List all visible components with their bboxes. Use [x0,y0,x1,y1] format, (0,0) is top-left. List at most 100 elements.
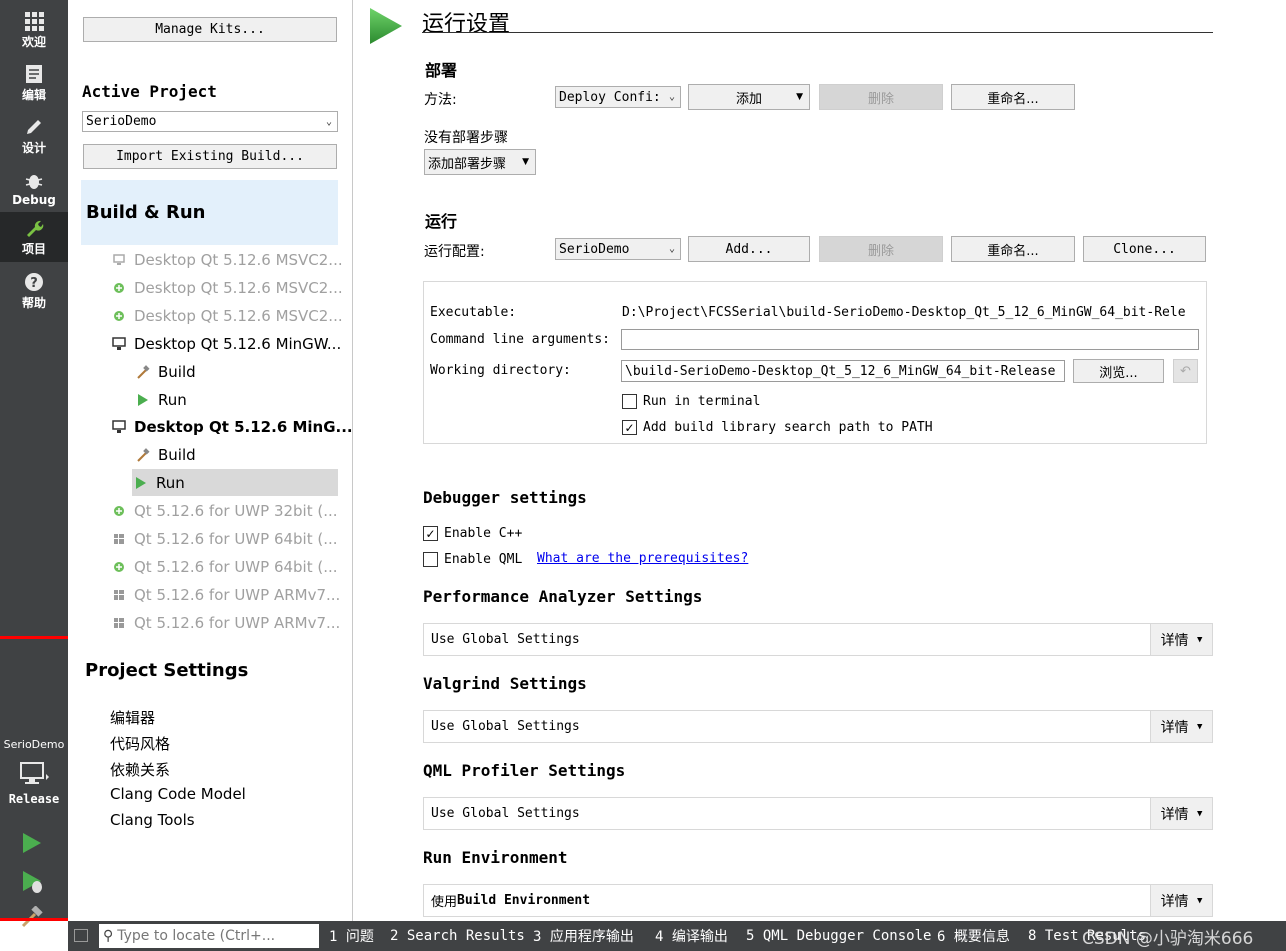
run-env-bold: Build Environment [457,893,591,908]
run-add-button[interactable]: Add... [688,236,810,262]
wrench-icon [27,220,44,237]
kit-label: Qt 5.12.6 for UWP ARMv7... [134,614,341,632]
run-env-prefix: 使用 [431,895,458,910]
dropdown-arrow-icon: ▼ [1197,634,1203,645]
kit-run-item-selected[interactable]: Run [132,469,338,496]
project-settings-dependencies[interactable]: 依赖关系 [110,759,170,780]
kit-item[interactable]: Desktop Qt 5.12.6 MSVC2... [110,247,380,273]
output-tab-issues[interactable]: 1 问题 [329,921,374,951]
qml-profiler-settings-select[interactable]: Use Global Settings 详情 ▼ [423,797,1213,830]
kit-build-item[interactable]: Build [134,359,344,385]
details-label: 详情 [1160,806,1189,823]
kit-item[interactable]: Qt 5.12.6 for UWP 32bit (... [110,498,380,524]
project-settings-editor[interactable]: 编辑器 [110,707,155,728]
prerequisites-link[interactable]: What are the prerequisites? [537,551,748,566]
mode-welcome[interactable]: 欢迎 [0,5,68,55]
dropdown-arrow-icon: ▼ [1197,808,1203,819]
output-tab-compile[interactable]: 4 编译输出 [655,921,728,951]
run-config-label: 运行配置: [424,244,485,260]
deploy-add-button[interactable]: 添加 ▼ [688,84,810,110]
dropdown-arrow-icon: ▼ [1197,721,1203,732]
build-run-heading: Build & Run [86,202,206,223]
output-tab-app-output[interactable]: 3 应用程序输出 [533,921,634,951]
kit-item[interactable]: Desktop Qt 5.12.6 MSVC2... [110,275,380,301]
toggle-sidebar-icon[interactable] [74,929,88,942]
run-env-select[interactable]: 使用 Build Environment 详情 ▼ [423,884,1213,917]
output-tab-general[interactable]: 6 概要信息 [937,921,1010,951]
bug-icon [25,175,43,189]
output-tab-qml-console[interactable]: 5 QML Debugger Console [746,921,931,951]
valgrind-settings-select[interactable]: Use Global Settings 详情 ▼ [423,710,1213,743]
kit-item[interactable]: Qt 5.12.6 for UWP 64bit (... [110,554,380,580]
deploy-remove-button[interactable]: 删除 [819,84,943,110]
project-settings-clang-tools[interactable]: Clang Tools [110,811,195,829]
run-env-details-button[interactable]: 详情 ▼ [1150,885,1212,916]
kit-item[interactable]: Qt 5.12.6 for UWP ARMv7... [110,582,380,608]
deploy-heading: 部署 [425,61,458,80]
build-run-header: Build & Run [81,180,338,245]
import-build-button[interactable]: Import Existing Build... [83,144,337,169]
enable-cpp-checkbox[interactable]: ✓ [423,526,438,541]
locator-input[interactable]: ⚲ Type to locate (Ctrl+... [99,924,319,948]
run-env-value: 使用 Build Environment [431,885,590,916]
mode-help[interactable]: ? 帮助 [0,266,68,316]
project-settings-clang-code-model[interactable]: Clang Code Model [110,785,246,803]
perf-settings-select[interactable]: Use Global Settings 详情 ▼ [423,623,1213,656]
run-remove-button[interactable]: 删除 [819,236,943,262]
run-clone-button[interactable]: Clone... [1083,236,1206,262]
kit-item[interactable]: Desktop Qt 5.12.6 MinGW... [110,331,380,357]
watermark: CSDN @小驴淘米666 [1082,928,1254,949]
chevron-down-icon: ⌄ [325,116,332,127]
reset-workdir-button[interactable]: ↶ [1173,359,1198,383]
mode-label: 编辑 [21,87,46,102]
deploy-rename-button[interactable]: 重命名... [951,84,1075,110]
page-title: 运行设置 [422,12,511,37]
run-config-value: SerioDemo [559,241,630,257]
enable-qml-checkbox[interactable] [423,552,438,567]
add-deploy-step-button[interactable]: 添加部署步骤 ▼ [424,149,536,175]
chevron-down-icon: ⌄ [668,91,675,103]
qml-profiler-details-button[interactable]: 详情 ▼ [1150,798,1212,829]
deploy-method-select[interactable]: Deploy Confi: ⌄ [555,86,681,108]
kit-item[interactable]: Qt 5.12.6 for UWP ARMv7... [110,610,380,636]
kit-label: Qt 5.12.6 for UWP 32bit (... [134,502,338,520]
perf-settings-value: Use Global Settings [431,632,580,647]
kit-build-item[interactable]: Build [134,442,344,468]
manage-kits-button[interactable]: Manage Kits... [83,17,337,42]
run-rename-button[interactable]: 重命名... [951,236,1075,262]
kit-item[interactable]: Qt 5.12.6 for UWP 64bit (... [110,526,380,552]
mode-projects[interactable]: 项目 [0,212,68,262]
kit-label: Desktop Qt 5.12.6 MSVC2... [134,251,343,269]
browse-button[interactable]: 浏览... [1073,359,1164,383]
search-icon: ⚲ [103,928,114,944]
kit-run-item[interactable]: Run [134,387,344,413]
mode-debug[interactable]: Debug [0,164,68,214]
kit-label: Desktop Qt 5.12.6 MinGW... [134,335,342,353]
run-config-select[interactable]: SerioDemo ⌄ [555,238,681,260]
active-project-value: SerioDemo [86,114,157,129]
run-icon [134,393,152,407]
kit-label: Desktop Qt 5.12.6 MSVC2... [134,279,343,297]
title-underline [422,32,1213,33]
add-kit-icon [110,310,128,322]
args-input[interactable] [621,329,1199,350]
add-kit-icon [110,282,128,294]
mode-edit[interactable]: 编辑 [0,58,68,108]
add-lib-path-checkbox[interactable]: ✓ [622,420,637,435]
valgrind-details-button[interactable]: 详情 ▼ [1150,711,1212,742]
output-tab-search[interactable]: 2 Search Results [390,921,525,951]
pane-divider[interactable] [352,0,353,921]
active-project-select[interactable]: SerioDemo ⌄ [82,111,338,132]
kit-item-active[interactable]: Desktop Qt 5.12.6 MinG... [110,414,380,440]
run-env-heading: Run Environment [423,848,568,867]
perf-details-button[interactable]: 详情 ▼ [1150,624,1212,655]
project-settings-code-style[interactable]: 代码风格 [110,733,170,754]
mode-design[interactable]: 设计 [0,111,68,161]
project-settings-heading: Project Settings [85,660,249,681]
kit-item[interactable]: Desktop Qt 5.12.6 MSVC2... [110,303,380,329]
qml-profiler-heading: QML Profiler Settings [423,761,626,780]
kit-label: Qt 5.12.6 for UWP 64bit (... [134,558,338,576]
run-in-terminal-checkbox[interactable] [622,394,637,409]
valgrind-settings-value: Use Global Settings [431,719,580,734]
workdir-input[interactable]: \build-SerioDemo-Desktop_Qt_5_12_6_MinGW… [621,360,1065,382]
